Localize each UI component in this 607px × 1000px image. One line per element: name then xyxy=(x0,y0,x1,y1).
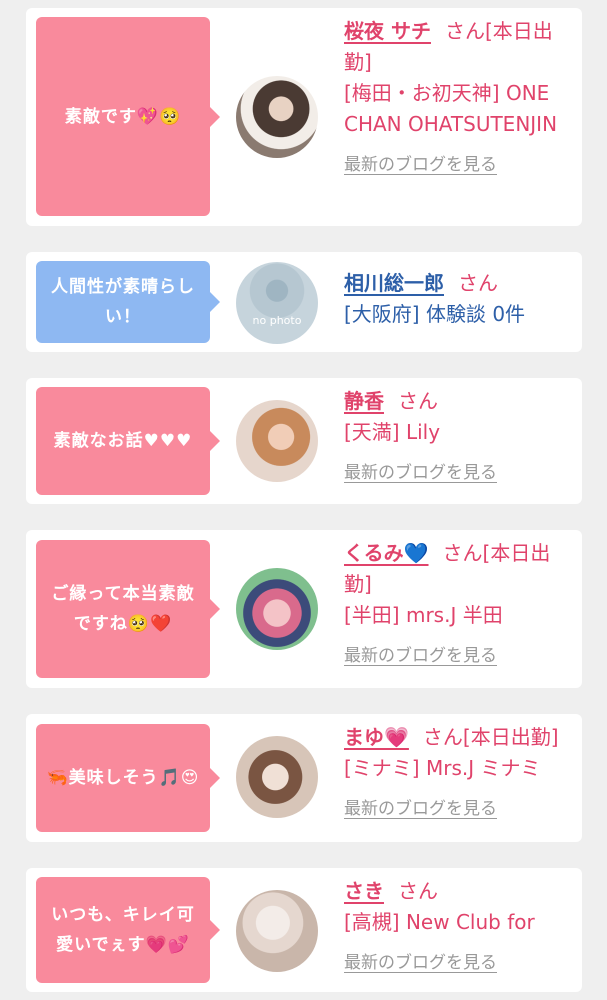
user-name[interactable]: さき xyxy=(344,879,384,903)
comment-bubble: 素敵なお話♥♥♥ xyxy=(36,387,220,495)
shop-info: [梅田・お初天神] ONE CHAN OHATSUTENJIN xyxy=(344,81,558,136)
user-suffix: さん xyxy=(458,271,498,295)
blog-link[interactable]: 最新のブログを見る xyxy=(344,794,576,825)
user-name[interactable]: まゆ💗 xyxy=(344,725,409,749)
avatar[interactable] xyxy=(236,736,318,818)
comment-card: 🦐美味しそう🎵😍 まゆ💗 さん[本日出勤] [ミナミ] Mrs.J ミナミ 最新の… xyxy=(26,714,582,842)
blog-link[interactable]: 最新のブログを見る xyxy=(344,150,576,181)
shop-info: [半田] mrs.J 半田 xyxy=(344,603,503,627)
shop-info: [大阪府] 体験談 0件 xyxy=(344,302,526,326)
user-name[interactable]: くるみ💙 xyxy=(344,541,429,565)
user-suffix: さん xyxy=(398,879,438,903)
comment-card: 素敵です💖🥺 桜夜 サチ さん[本日出勤] [梅田・お初天神] ONE CHAN … xyxy=(26,8,582,226)
comment-card: 人間性が素晴らしい！ no photo 相川総一郎 さん [大阪府] 体験談 0件 xyxy=(26,252,582,352)
comment-card: ご縁って本当素敵ですね🥺❤️ くるみ💙 さん[本日出勤] [半田] mrs.J 半… xyxy=(26,530,582,688)
comment-bubble: 人間性が素晴らしい！ xyxy=(36,261,220,343)
comment-bubble: 素敵です💖🥺 xyxy=(36,17,220,216)
shop-info: [天満] Lily xyxy=(344,420,441,444)
blog-link[interactable]: 最新のブログを見る xyxy=(344,948,576,979)
blog-link[interactable]: 最新のブログを見る xyxy=(344,458,576,489)
no-photo-label: no photo xyxy=(252,314,302,327)
user-suffix: さん[本日出勤] xyxy=(422,725,559,749)
comment-card: 素敵なお話♥♥♥ 静香 さん [天満] Lily 最新のブログを見る xyxy=(26,378,582,504)
avatar[interactable] xyxy=(236,76,318,158)
avatar[interactable] xyxy=(236,568,318,650)
shop-info: [高槻] New Club for xyxy=(344,910,535,934)
no-photo-avatar[interactable]: no photo xyxy=(236,262,318,344)
user-suffix: さん xyxy=(398,389,438,413)
comment-card: いつも、キレイ可愛いでぇす💗💕 さき さん [高槻] New Club for 最… xyxy=(26,868,582,992)
comment-bubble: いつも、キレイ可愛いでぇす💗💕 xyxy=(36,877,220,983)
blog-link[interactable]: 最新のブログを見る xyxy=(344,641,576,672)
avatar[interactable] xyxy=(236,400,318,482)
user-name[interactable]: 静香 xyxy=(344,389,384,413)
comment-bubble: ご縁って本当素敵ですね🥺❤️ xyxy=(36,540,220,678)
user-name[interactable]: 桜夜 サチ xyxy=(344,19,431,43)
avatar[interactable] xyxy=(236,890,318,972)
comment-bubble: 🦐美味しそう🎵😍 xyxy=(36,724,220,832)
shop-info: [ミナミ] Mrs.J ミナミ xyxy=(344,756,541,780)
user-name[interactable]: 相川総一郎 xyxy=(344,271,444,295)
